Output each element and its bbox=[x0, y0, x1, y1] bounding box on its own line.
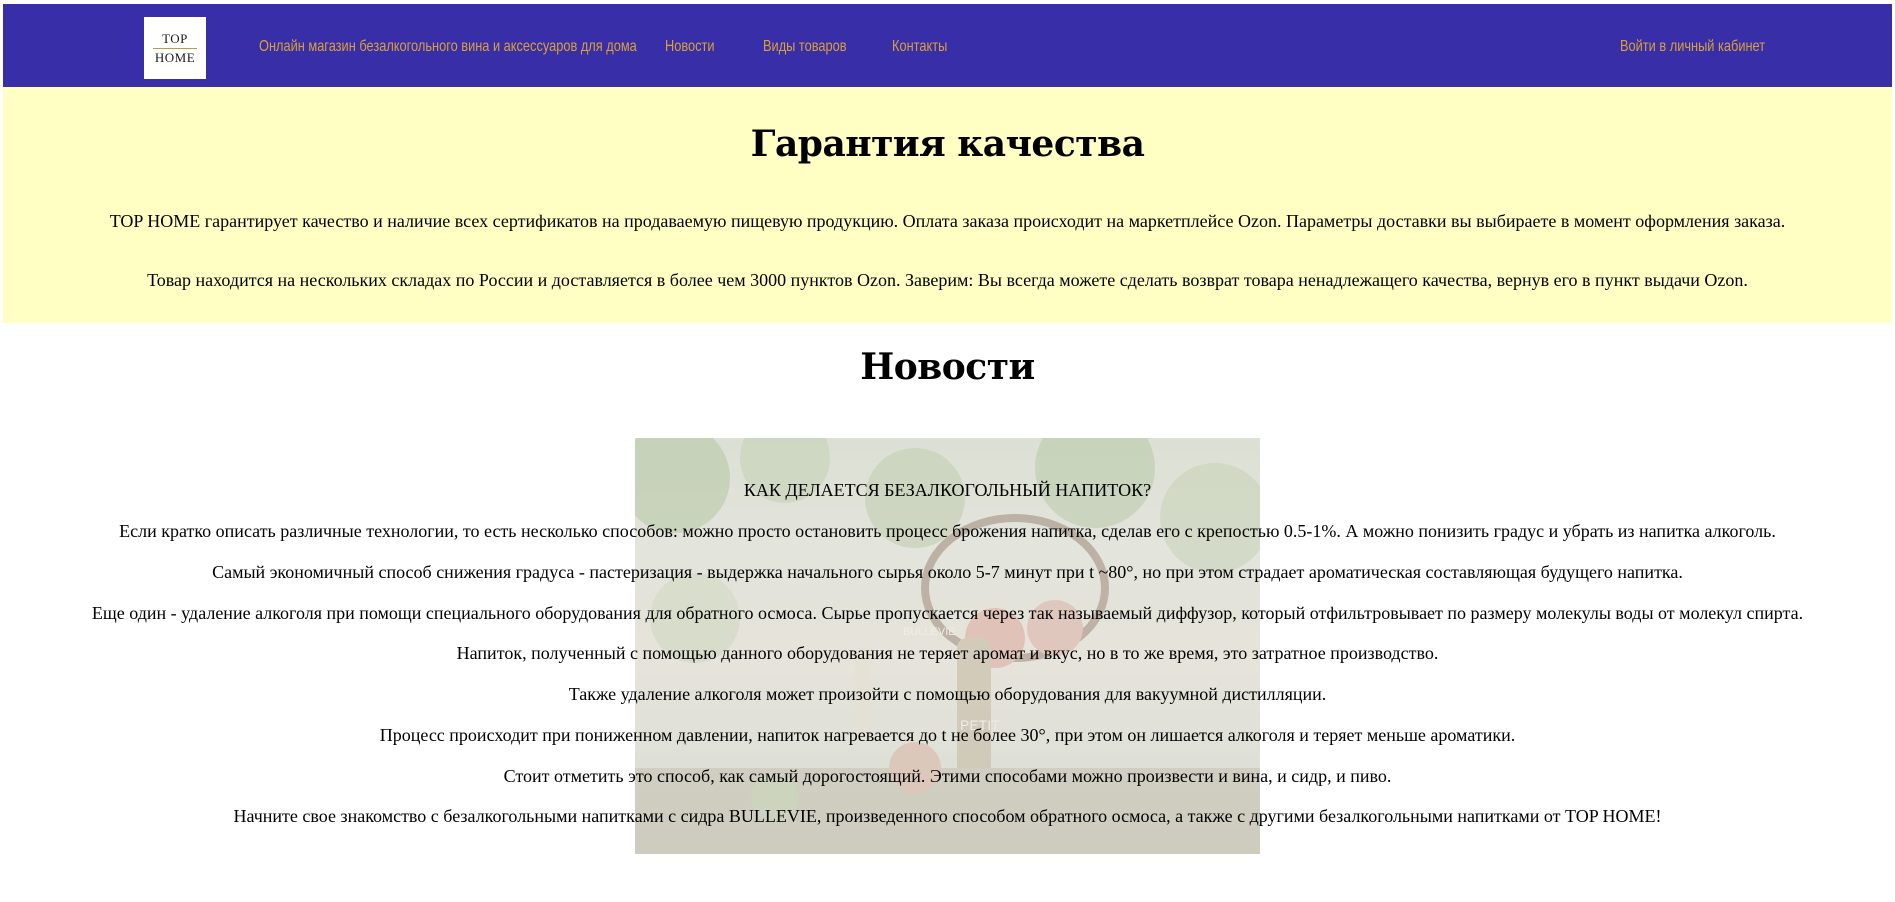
quality-guarantee-section: Гарантия качества TOP HOME гарантирует к… bbox=[3, 87, 1892, 323]
top-home-logo[interactable]: TOP HOME bbox=[144, 17, 206, 79]
nav-link-shop[interactable]: Онлайн магазин безалкогольного вина и ак… bbox=[259, 38, 637, 56]
quality-title: Гарантия качества bbox=[750, 123, 1145, 165]
login-link[interactable]: Войти в личный кабинет bbox=[1620, 38, 1765, 56]
nav-link-news[interactable]: Новости bbox=[665, 38, 715, 56]
logo-divider bbox=[153, 47, 197, 49]
page: TOP HOME Онлайн магазин безалкогольного … bbox=[3, 4, 1892, 323]
article-paragraph: Еще один - удаление алкоголя при помощи … bbox=[91, 603, 1804, 623]
logo-line-1: TOP bbox=[162, 30, 188, 46]
nav-link-product-types[interactable]: Виды товаров bbox=[763, 38, 847, 56]
news-title: Новости bbox=[860, 346, 1035, 388]
quality-paragraph: TOP HOME гарантирует качество и наличие … bbox=[109, 211, 1786, 231]
logo-line-2: HOME bbox=[154, 49, 196, 65]
top-navbar: TOP HOME Онлайн магазин безалкогольного … bbox=[3, 4, 1892, 87]
nav-link-contacts[interactable]: Контакты bbox=[892, 38, 947, 56]
article-paragraph: Стоит отметить это способ, как самый дор… bbox=[503, 766, 1392, 786]
article-paragraph: Самый экономичный способ снижения градус… bbox=[212, 562, 1683, 582]
article-paragraph: Если кратко описать различные технологии… bbox=[119, 521, 1776, 541]
quality-paragraph: Товар находится на нескольких складах по… bbox=[147, 270, 1748, 290]
article-paragraph: Также удаление алкоголя может произойти … bbox=[568, 684, 1327, 704]
article-paragraph: Процесс происходит при пониженном давлен… bbox=[379, 725, 1516, 745]
article-heading: КАК ДЕЛАЕТСЯ БЕЗАЛКОГОЛЬНЫЙ НАПИТОК? bbox=[743, 480, 1152, 500]
article-paragraph: Начните свое знакомство с безалкогольным… bbox=[233, 806, 1662, 826]
article-paragraph: Напиток, полученный с помощью данного об… bbox=[456, 643, 1439, 663]
